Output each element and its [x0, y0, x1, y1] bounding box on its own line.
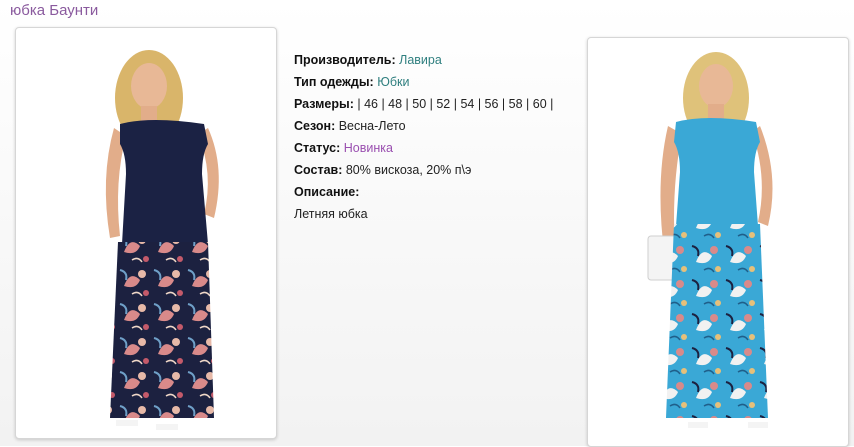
spec-label: Состав:: [294, 163, 343, 177]
spec-label: Сезон:: [294, 119, 336, 133]
sizes-value: | 46 | 48 | 50 | 52 | 54 | 56 | 58 | 60 …: [357, 97, 554, 111]
product-photo-blue[interactable]: [587, 37, 849, 447]
description-text: Летняя юбка: [294, 203, 584, 225]
model-photo-icon: [105, 50, 219, 430]
manufacturer-link[interactable]: Лавира: [399, 53, 442, 67]
spec-label: Тип одежды:: [294, 75, 374, 89]
clothing-type-link[interactable]: Юбки: [377, 75, 409, 89]
model-photo-icon: [647, 52, 773, 428]
spec-sizes: Размеры: | 46 | 48 | 50 | 52 | 54 | 56 |…: [294, 93, 584, 115]
spec-label: Описание:: [294, 185, 360, 199]
spec-status: Статус: Новинка: [294, 137, 584, 159]
product-photo-navy[interactable]: [15, 27, 277, 439]
description-value: Летняя юбка: [294, 207, 368, 221]
spec-composition: Состав: 80% вискоза, 20% п\э: [294, 159, 584, 181]
spec-label: Размеры:: [294, 97, 354, 111]
spec-label: Производитель:: [294, 53, 396, 67]
season-value: Весна-Лето: [338, 119, 406, 133]
spec-clothing-type: Тип одежды: Юбки: [294, 71, 584, 93]
spec-label: Статус:: [294, 141, 341, 155]
spec-manufacturer: Производитель: Лавира: [294, 49, 584, 71]
composition-value: 80% вискоза, 20% п\э: [345, 163, 472, 177]
status-link[interactable]: Новинка: [344, 141, 393, 155]
product-specs: Производитель: Лавира Тип одежды: Юбки Р…: [294, 49, 584, 225]
spec-description: Описание:: [294, 181, 584, 203]
page-title: юбка Баунти: [10, 2, 99, 19]
spec-season: Сезон: Весна-Лето: [294, 115, 584, 137]
